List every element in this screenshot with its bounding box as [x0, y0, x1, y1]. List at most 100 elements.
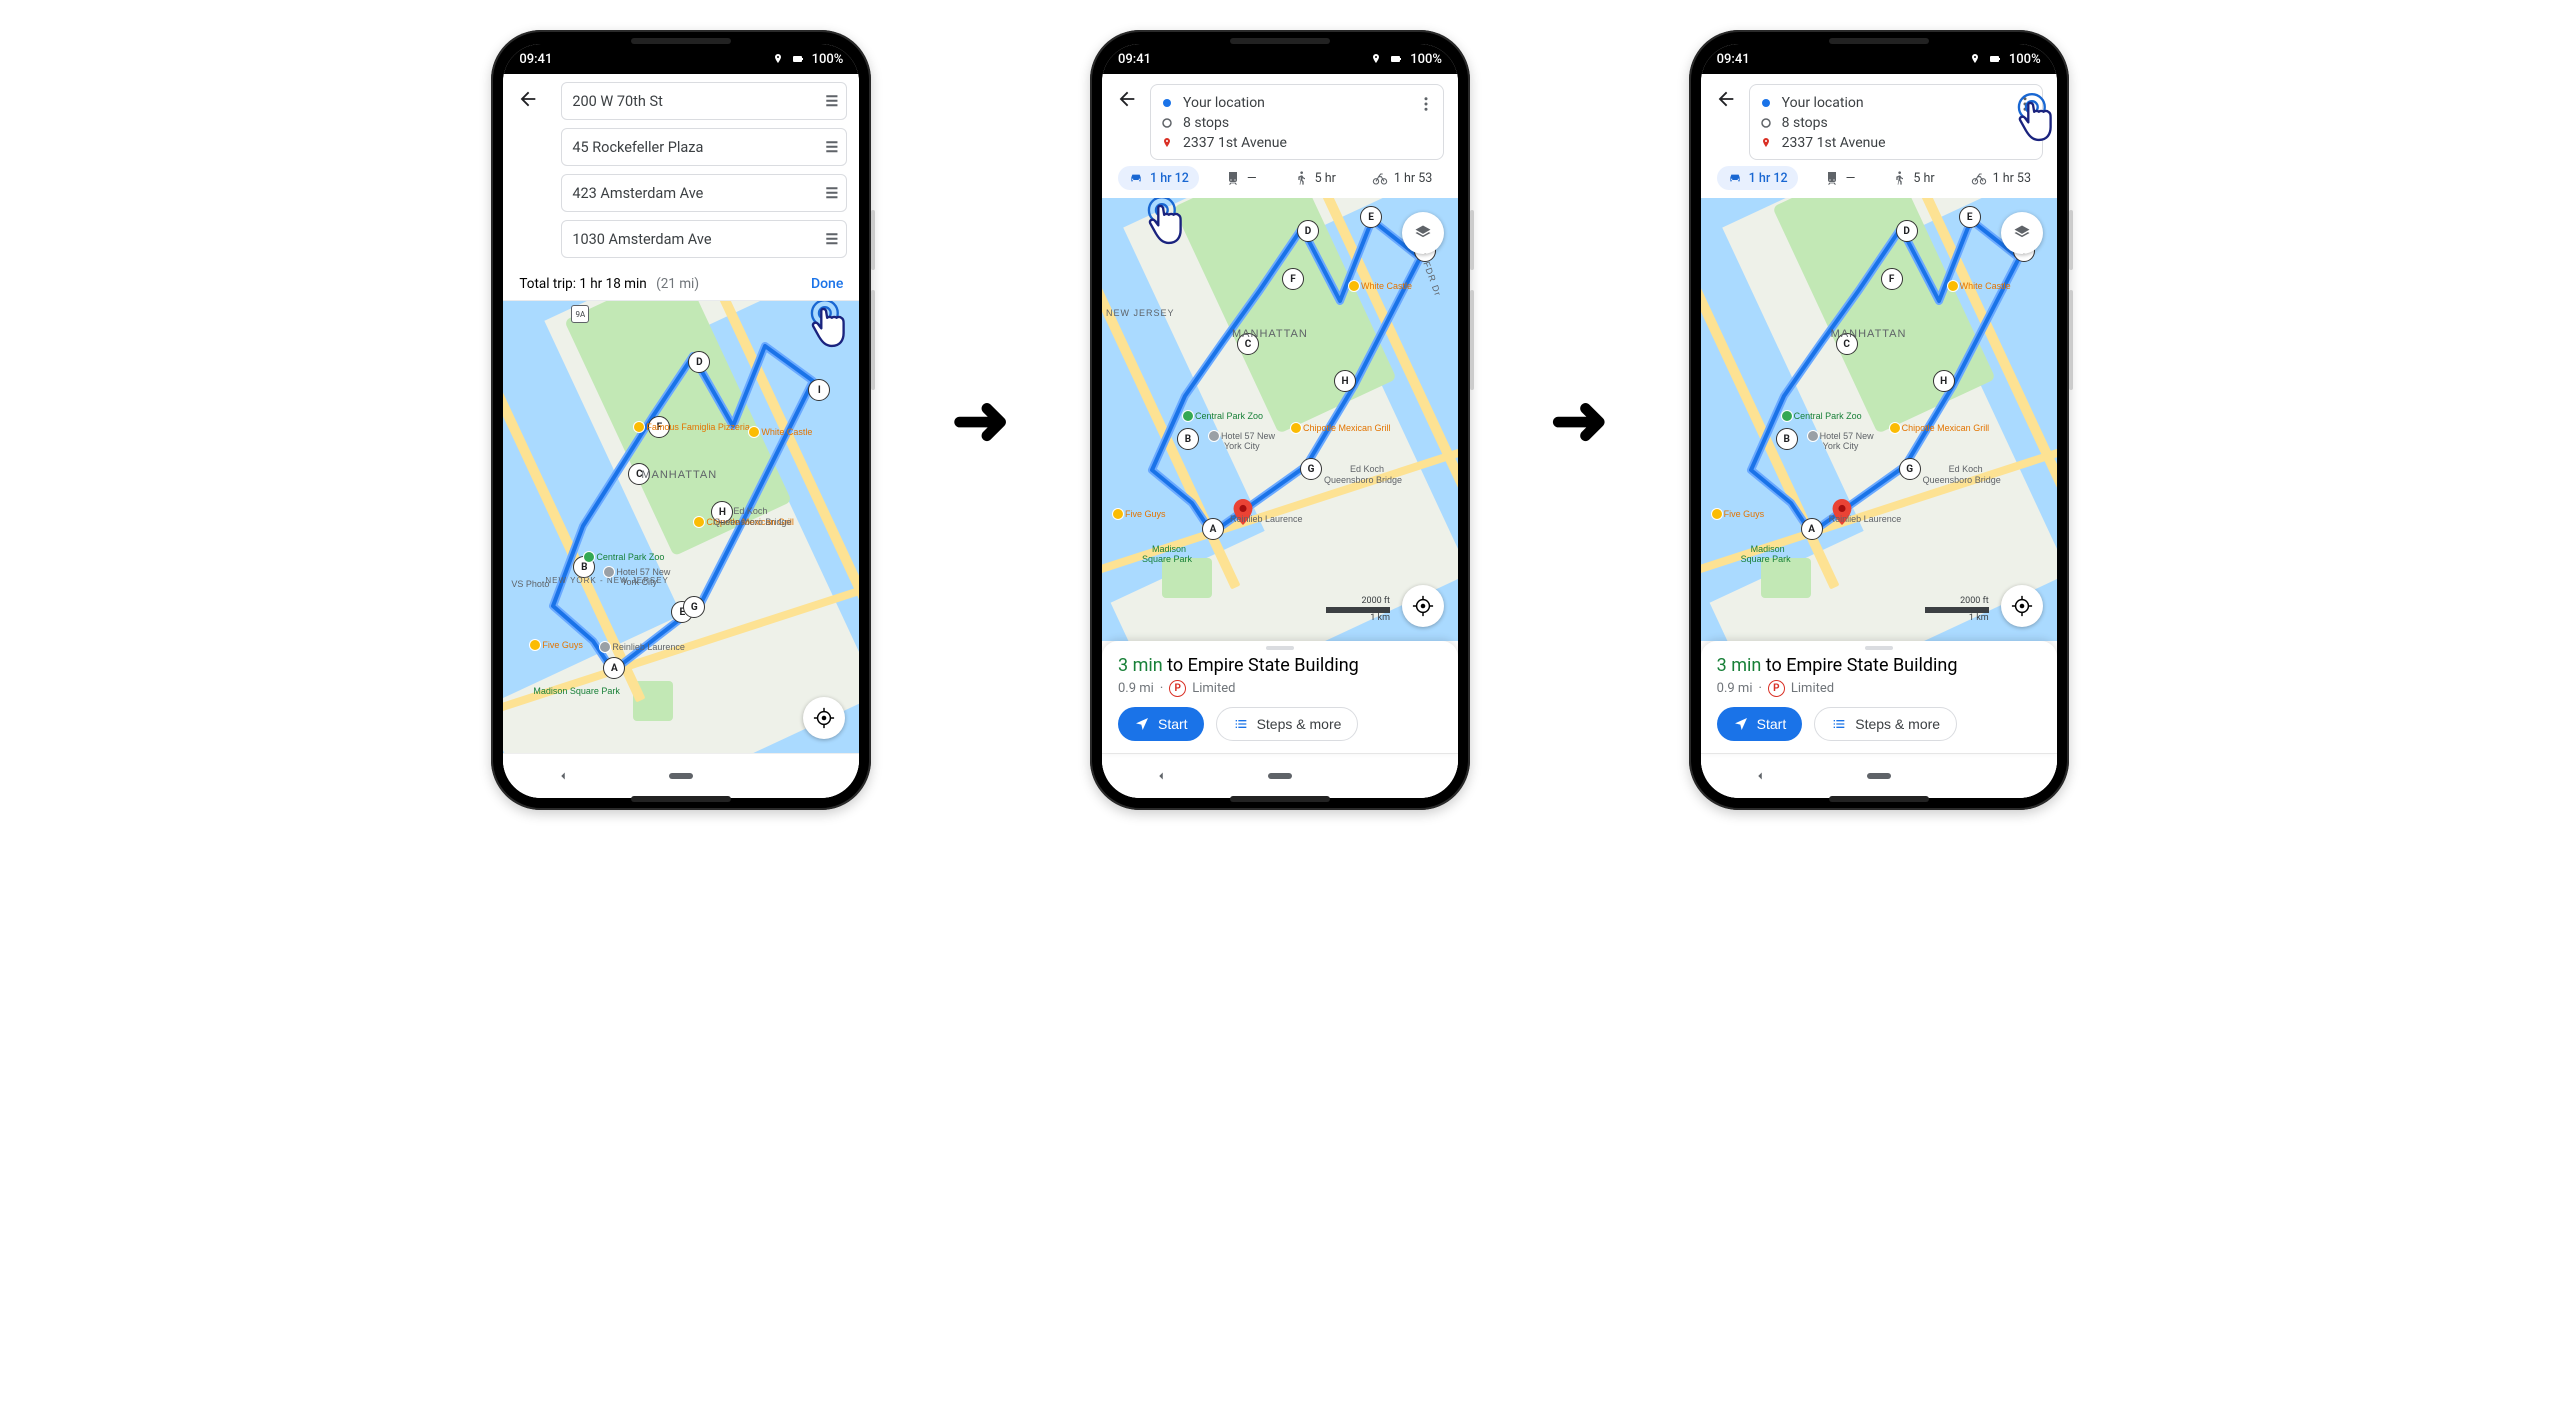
route-stop-h[interactable]: H — [1334, 370, 1356, 392]
stop-row[interactable]: 1030 Amsterdam Ave ☰ — [561, 220, 847, 258]
route-stop-a[interactable]: A — [1801, 518, 1823, 540]
label-nj: NEW JERSEY — [1106, 308, 1175, 318]
location-icon — [1370, 53, 1382, 65]
origin-icon — [1760, 97, 1772, 109]
recenter-button[interactable] — [803, 697, 845, 739]
route-stop-b[interactable]: B — [1776, 428, 1798, 450]
poi-rl: Reinlieb Laurence — [1230, 514, 1303, 524]
steps-button[interactable]: Steps & more — [1216, 707, 1359, 741]
mode-car[interactable]: 1 hr 12 — [1717, 166, 1798, 190]
sys-back-button[interactable] — [1149, 764, 1173, 788]
list-icon — [1831, 716, 1847, 732]
more-vert-icon — [2016, 95, 2034, 113]
back-button[interactable] — [1116, 88, 1138, 114]
poi-msp1: Madison — [1751, 544, 1785, 554]
back-button[interactable] — [1715, 88, 1737, 114]
route-stop-g[interactable]: G — [1899, 458, 1921, 480]
route-stop-f[interactable]: F — [1881, 268, 1903, 290]
start-button[interactable]: Start — [1717, 707, 1803, 741]
mode-transit[interactable]: — — [1814, 166, 1866, 190]
stop-address: 45 Rockefeller Plaza — [572, 139, 703, 156]
status-time: 09:41 — [1118, 52, 1151, 67]
route-stop-b[interactable]: B — [1177, 428, 1199, 450]
train-icon — [1225, 170, 1241, 186]
mode-walk[interactable]: 5 hr — [1283, 166, 1346, 190]
recenter-button[interactable] — [2001, 585, 2043, 627]
stop-address: 1030 Amsterdam Ave — [572, 231, 711, 248]
drag-handle-icon[interactable]: ☰ — [825, 139, 836, 156]
mode-tabs: 1 hr 12 — 5 hr 1 hr 53 — [1102, 166, 1458, 198]
more-vert-icon — [1417, 95, 1435, 113]
status-time: 09:41 — [1717, 52, 1750, 67]
sheet-title: 3 min to Empire State Building — [1717, 655, 2041, 676]
mode-transit[interactable]: — — [1215, 166, 1267, 190]
route-bottom-sheet[interactable]: 3 min to Empire State Building 0.9 mi · … — [1102, 641, 1458, 753]
steps-button[interactable]: Steps & more — [1814, 707, 1957, 741]
poi-h57a: Hotel 57 New — [1820, 431, 1874, 441]
sheet-destination: to Empire State Building — [1761, 655, 1957, 676]
route-stop-e[interactable]: E — [1360, 206, 1382, 228]
mode-bike[interactable]: 1 hr 53 — [1362, 166, 1442, 190]
poi-msp: Madison Square Park — [533, 686, 620, 696]
drag-handle-icon[interactable]: ☰ — [825, 231, 836, 248]
sys-back-button[interactable] — [551, 764, 575, 788]
route-stop-g[interactable]: G — [1300, 458, 1322, 480]
route-stop-f[interactable]: F — [1282, 268, 1304, 290]
sys-empty — [788, 764, 812, 788]
destination-text: 2337 1st Avenue — [1183, 135, 1287, 151]
sheet-distance: 0.9 mi — [1118, 681, 1154, 696]
status-battery: 100% — [2009, 52, 2041, 67]
sys-empty — [1985, 764, 2009, 788]
layers-icon — [1413, 223, 1433, 243]
start-button[interactable]: Start — [1118, 707, 1204, 741]
map[interactable]: A B C D E F G H I MANHATTAN NEW JERSEY W… — [1102, 198, 1458, 641]
mode-walk[interactable]: 5 hr — [1881, 166, 1944, 190]
poi-msp1: Madison — [1152, 544, 1186, 554]
origin-icon — [1161, 97, 1173, 109]
layers-button[interactable] — [1402, 212, 1444, 254]
route-stop-d[interactable]: D — [1297, 220, 1319, 242]
route-stop-a[interactable]: A — [1202, 518, 1224, 540]
stop-row[interactable]: 423 Amsterdam Ave ☰ — [561, 174, 847, 212]
layers-button[interactable] — [2001, 212, 2043, 254]
stop-row[interactable]: 200 W 70th St☰ — [561, 82, 847, 120]
done-button[interactable]: Done — [811, 276, 843, 292]
back-button[interactable] — [517, 88, 539, 114]
sys-home-button[interactable] — [669, 764, 693, 788]
poi-cmg: Chipotle Mexican Grill — [1303, 423, 1391, 433]
poi-ek2: Queensboro Bridge — [1923, 475, 2001, 485]
route-bottom-sheet[interactable]: 3 min to Empire State Building 0.9 mi · … — [1701, 641, 2057, 753]
sys-home-button[interactable] — [1867, 764, 1891, 788]
sys-back-button[interactable] — [1748, 764, 1772, 788]
destination-icon — [1161, 136, 1173, 150]
stops-text: 8 stops — [1183, 115, 1229, 131]
stop-row[interactable]: 45 Rockefeller Plaza ☰ — [561, 128, 847, 166]
route-stop-h[interactable]: H — [1933, 370, 1955, 392]
poi-reinlieb: Reinlieb Laurence — [612, 642, 685, 652]
sys-home-button[interactable] — [1268, 764, 1292, 788]
mode-bike[interactable]: 1 hr 53 — [1961, 166, 2041, 190]
poi-white-castle: White Castle — [761, 427, 812, 437]
label-manhattan: MANHATTAN — [641, 469, 717, 481]
drag-handle-icon[interactable]: ☰ — [825, 185, 836, 202]
stop-address: 423 Amsterdam Ave — [572, 185, 703, 202]
mode-car[interactable]: 1 hr 12 — [1118, 166, 1199, 190]
menu-button[interactable] — [2016, 95, 2034, 117]
summary-distance: (21 mi) — [656, 276, 699, 292]
directions-card[interactable]: Your location 8 stops 2337 1st Avenue — [1150, 84, 1444, 160]
menu-button[interactable] — [1417, 95, 1435, 117]
poi-h57b: York City — [1224, 441, 1260, 451]
map[interactable]: A B C D E F G H I MANHATTAN NEW YORK - N… — [503, 301, 859, 753]
directions-card[interactable]: Your location 8 stops 2337 1st Avenue — [1749, 84, 2043, 160]
recenter-button[interactable] — [1402, 585, 1444, 627]
poi-h57b: York City — [1823, 441, 1859, 451]
parking-icon: P — [1768, 680, 1785, 697]
train-icon — [1824, 170, 1840, 186]
map[interactable]: A B C D E F G H I MANHATTAN White Castle… — [1701, 198, 2057, 641]
poi-ek1: Ed Koch — [1949, 464, 1983, 474]
poi-cpz: Central Park Zoo — [1195, 411, 1263, 421]
scale-km: 1 km — [1326, 613, 1390, 623]
route-stop-d[interactable]: D — [1896, 220, 1918, 242]
route-stop-e[interactable]: E — [1959, 206, 1981, 228]
drag-handle-icon[interactable]: ☰ — [825, 93, 836, 110]
